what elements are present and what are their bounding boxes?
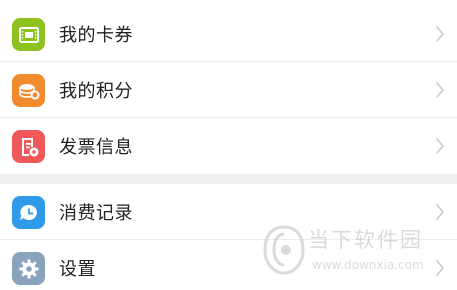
chevron-right-icon bbox=[436, 138, 444, 154]
section-separator bbox=[0, 174, 457, 184]
chevron-right-icon bbox=[436, 260, 444, 276]
menu-group-1: 我的卡券 我的积分 发票信息 bbox=[0, 6, 457, 174]
account-menu-page: 我的卡券 我的积分 发票信息 消费记录 设置 当下软件园 www.downxia… bbox=[0, 6, 457, 290]
settings-gear-icon bbox=[12, 252, 45, 285]
coupon-icon bbox=[12, 18, 45, 51]
menu-item-points[interactable]: 我的积分 bbox=[0, 62, 457, 118]
menu-item-label: 我的积分 bbox=[59, 81, 133, 102]
chevron-right-icon bbox=[436, 82, 444, 98]
consumption-record-icon bbox=[12, 196, 45, 229]
menu-group-2: 消费记录 设置 bbox=[0, 184, 457, 290]
menu-item-coupons[interactable]: 我的卡券 bbox=[0, 6, 457, 62]
menu-item-invoice[interactable]: 发票信息 bbox=[0, 118, 457, 174]
chevron-right-icon bbox=[436, 26, 444, 42]
menu-item-settings[interactable]: 设置 bbox=[0, 240, 457, 290]
menu-item-consumption-record[interactable]: 消费记录 bbox=[0, 184, 457, 240]
menu-item-label: 我的卡券 bbox=[59, 25, 133, 46]
menu-item-label: 发票信息 bbox=[59, 137, 133, 158]
menu-item-label: 消费记录 bbox=[59, 203, 133, 224]
points-coins-icon bbox=[12, 74, 45, 107]
chevron-right-icon bbox=[436, 204, 444, 220]
invoice-icon bbox=[12, 130, 45, 163]
menu-item-label: 设置 bbox=[59, 259, 96, 280]
